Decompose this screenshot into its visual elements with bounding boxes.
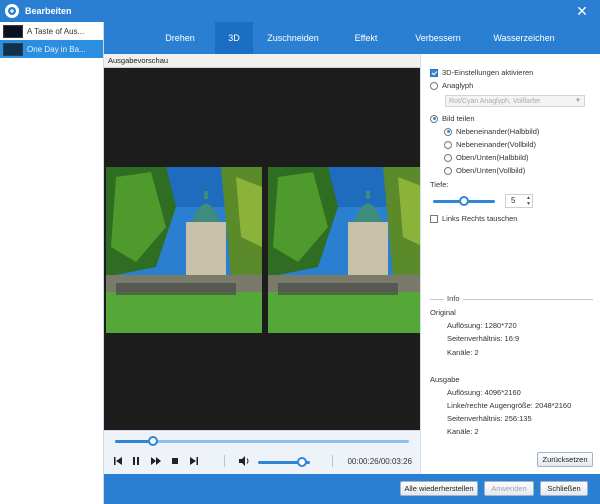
output-line: Auflösung: 4096*2160 [447,388,521,397]
split-row[interactable]: Bild teilen [430,114,475,123]
preview-right-eye [268,167,424,333]
split-option-label: Oben/Unten(Vollbild) [456,166,526,175]
output-title: Ausgabe [430,375,460,384]
pause-icon[interactable] [130,455,142,467]
swap-label: Links Rechts tauschen [442,214,518,223]
output-line: Kanäle: 2 [447,427,479,436]
depth-stepper[interactable]: 5 ▲ ▼ [505,194,533,208]
video-preview [104,68,424,430]
reset-button[interactable]: Zurücksetzen [537,452,593,467]
time-display: 00:00:26/00:03:26 [347,457,412,466]
app-icon [5,4,19,18]
seek-handle[interactable] [148,436,159,446]
depth-value: 5 [511,196,516,205]
split-option-row[interactable]: Oben/Unten(Halbbild) [444,153,529,162]
split-option-row[interactable]: Nebeneinander(Halbbild) [444,127,539,136]
original-line: Auflösung: 1280*720 [447,321,517,330]
split-option-label: Nebeneinander(Halbbild) [456,127,540,136]
file-list: A Taste of Aus... One Day in Ba... [0,22,104,504]
split-option-row[interactable]: Oben/Unten(Vollbild) [444,166,525,175]
depth-label: Tiefe: [430,180,449,189]
anaglyph-label: Anaglyph [442,81,474,90]
tab-verbessern[interactable]: Verbessern [404,22,472,54]
file-item[interactable]: A Taste of Aus... [0,22,103,40]
enable-3d-row[interactable]: 3D-Einstellungen aktivieren [430,68,533,77]
tab-effekt[interactable]: Effekt [340,22,392,54]
anaglyph-radio[interactable] [430,81,438,90]
separator [332,455,333,467]
separator [224,455,225,467]
output-line: Seitenverhältnis: 256:135 [447,414,532,423]
preview-left-eye [106,167,262,333]
anaglyph-row[interactable]: Anaglyph [430,81,473,90]
tab-drehen[interactable]: Drehen [154,22,206,54]
split-label: Bild teilen [442,114,475,123]
settings-panel: 3D-Einstellungen aktivieren Anaglyph Rot… [420,54,600,474]
output-line: Linke/rechte Augengröße: 2048*2160 [447,401,572,410]
file-thumbnail [3,24,23,38]
split-option-label: Nebeneinander(Vollbild) [456,140,537,149]
split-option-radio[interactable] [444,166,452,175]
original-title: Original [430,308,456,317]
tab-zuschneiden[interactable]: Zuschneiden [260,22,326,54]
tab-wasserzeichen[interactable]: Wasserzeichen [482,22,566,54]
file-thumbnail [3,42,23,56]
volume-icon[interactable] [238,455,250,467]
split-option-radio[interactable] [444,140,452,149]
playback-controls: 00:00:26/00:03:26 [104,430,420,474]
fast-forward-icon[interactable] [150,455,162,467]
anaglyph-select-value: Rot/Cyan Anaglyph, Vollfarbe [449,98,541,105]
volume-slider[interactable] [258,457,310,467]
file-name: A Taste of Aus... [27,26,85,36]
original-line: Kanäle: 2 [447,348,479,357]
anaglyph-select[interactable]: Rot/Cyan Anaglyph, Vollfarbe ▼ [445,95,585,107]
split-option-radio[interactable] [444,153,452,162]
stop-icon[interactable] [169,455,181,467]
skip-forward-icon[interactable] [188,455,200,467]
footer-bar: Alle wiederherstellen Anwenden Schließen [104,474,600,504]
skip-back-icon[interactable] [112,455,124,467]
volume-handle[interactable] [297,457,308,467]
depth-slider[interactable] [433,196,495,206]
restore-all-button[interactable]: Alle wiederherstellen [400,481,478,496]
apply-button[interactable]: Anwenden [484,481,534,496]
seek-bar[interactable] [115,436,409,446]
enable-3d-label: 3D-Einstellungen aktivieren [442,68,534,77]
swap-row[interactable]: Links Rechts tauschen [430,214,517,223]
preview-header: Ausgabevorschau [104,54,420,68]
split-option-label: Oben/Unten(Halbbild) [456,153,529,162]
chevron-down-icon: ▼ [575,98,581,104]
split-option-row[interactable]: Nebeneinander(Vollbild) [444,140,536,149]
depth-handle[interactable] [459,196,469,206]
close-icon[interactable]: ✕ [574,3,590,19]
tab-3d[interactable]: 3D [215,22,253,54]
swap-checkbox[interactable] [430,214,438,223]
tab-bar: Drehen 3D Zuschneiden Effekt Verbessern … [104,22,600,54]
close-button[interactable]: Schließen [540,481,588,496]
title-bar: Bearbeiten ✕ [0,0,600,22]
window-title: Bearbeiten [25,6,72,16]
info-legend: Info [444,294,463,303]
file-item-selected[interactable]: One Day in Ba... [0,40,103,58]
split-option-radio[interactable] [444,127,452,136]
split-radio[interactable] [430,114,438,123]
file-name: One Day in Ba... [27,44,86,54]
stepper-arrows-icon[interactable]: ▲ ▼ [526,195,531,207]
original-line: Seitenverhältnis: 16:9 [447,334,520,343]
enable-3d-checkbox[interactable] [430,68,438,77]
info-group: Info Original Auflösung: 1280*720 Seiten… [430,294,593,449]
